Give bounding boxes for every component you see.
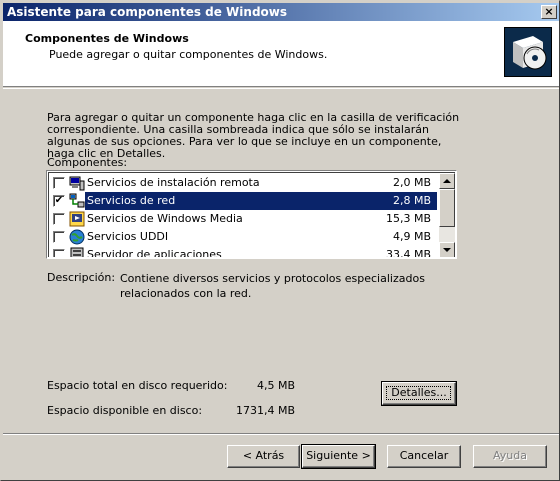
cancel-button[interactable]: Cancelar bbox=[387, 445, 461, 468]
list-item[interactable]: Servidor de aplicaciones 33,4 MB bbox=[49, 246, 439, 257]
footer-divider bbox=[3, 433, 559, 435]
component-size: 33,4 MB bbox=[385, 248, 431, 257]
list-item[interactable]: ✔ Servicios de red 2,8 MB bbox=[49, 192, 439, 210]
component-name: Servicios de instalación remota bbox=[87, 176, 260, 189]
component-checkbox[interactable]: ✔ bbox=[53, 195, 65, 207]
uddi-globe-icon bbox=[69, 229, 85, 245]
component-checkbox[interactable] bbox=[53, 249, 65, 257]
scroll-thumb[interactable] bbox=[439, 189, 455, 227]
list-item[interactable]: Servicios de instalación remota 2,0 MB bbox=[49, 174, 439, 192]
help-button[interactable]: Ayuda bbox=[473, 445, 547, 468]
next-button[interactable]: Siguiente > bbox=[301, 444, 376, 469]
remote-install-icon bbox=[69, 175, 85, 191]
component-name: Servicios UDDI bbox=[87, 230, 169, 243]
header-divider bbox=[3, 88, 559, 89]
disk-required-value: 4,5 MB bbox=[256, 379, 295, 392]
network-services-icon bbox=[69, 193, 85, 209]
wizard-window: Asistente para componentes de Windows × … bbox=[0, 0, 560, 481]
vertical-scrollbar[interactable] bbox=[439, 173, 455, 257]
components-label: Componentes: bbox=[47, 156, 128, 169]
details-button[interactable]: Detalles... bbox=[381, 381, 457, 406]
component-size: 15,3 MB bbox=[385, 212, 431, 225]
back-button-label: < Atrás bbox=[242, 449, 285, 462]
component-checkbox[interactable] bbox=[53, 213, 65, 225]
component-size: 4,9 MB bbox=[392, 230, 431, 243]
disk-available-value: 1731,4 MB bbox=[235, 404, 295, 417]
application-server-icon bbox=[69, 247, 85, 257]
component-checkbox[interactable] bbox=[53, 231, 65, 243]
scroll-up-button[interactable] bbox=[439, 173, 455, 189]
components-listbox[interactable]: Servicios de instalación remota 2,0 MB ✔… bbox=[46, 170, 457, 259]
page-subtitle: Puede agregar o quitar componentes de Wi… bbox=[49, 48, 328, 61]
next-button-label: Siguiente > bbox=[306, 449, 371, 462]
cancel-button-label: Cancelar bbox=[399, 449, 449, 462]
list-item[interactable]: Servicios UDDI 4,9 MB bbox=[49, 228, 439, 246]
description-label: Descripción: bbox=[47, 271, 116, 284]
list-item[interactable]: Servicios de Windows Media 15,3 MB bbox=[49, 210, 439, 228]
arrow-down-icon bbox=[443, 248, 451, 252]
window-title: Asistente para componentes de Windows bbox=[7, 5, 288, 19]
component-name: Servicios de Windows Media bbox=[87, 212, 243, 225]
cd-box-icon bbox=[504, 27, 552, 77]
disk-available-label: Espacio disponible en disco: bbox=[47, 404, 203, 417]
component-name: Servidor de aplicaciones bbox=[87, 248, 222, 257]
arrow-up-icon bbox=[443, 179, 451, 183]
close-button[interactable]: × bbox=[541, 5, 557, 19]
back-button[interactable]: < Atrás bbox=[227, 445, 300, 468]
component-checkbox[interactable] bbox=[53, 177, 65, 189]
title-bar[interactable]: Asistente para componentes de Windows × bbox=[3, 3, 559, 21]
description-text: Contiene diversos servicios y protocolos… bbox=[120, 272, 425, 300]
wizard-header: Componentes de Windows Puede agregar o q… bbox=[3, 21, 559, 87]
scroll-down-button[interactable] bbox=[439, 242, 455, 257]
component-name: Servicios de red bbox=[87, 194, 176, 207]
component-size: 2,0 MB bbox=[392, 176, 431, 189]
component-size: 2,8 MB bbox=[392, 194, 431, 207]
help-button-label: Ayuda bbox=[493, 449, 527, 462]
page-title: Componentes de Windows bbox=[25, 32, 189, 45]
instructions-text: Para agregar o quitar un componente haga… bbox=[47, 111, 460, 160]
windows-media-icon bbox=[69, 211, 85, 227]
